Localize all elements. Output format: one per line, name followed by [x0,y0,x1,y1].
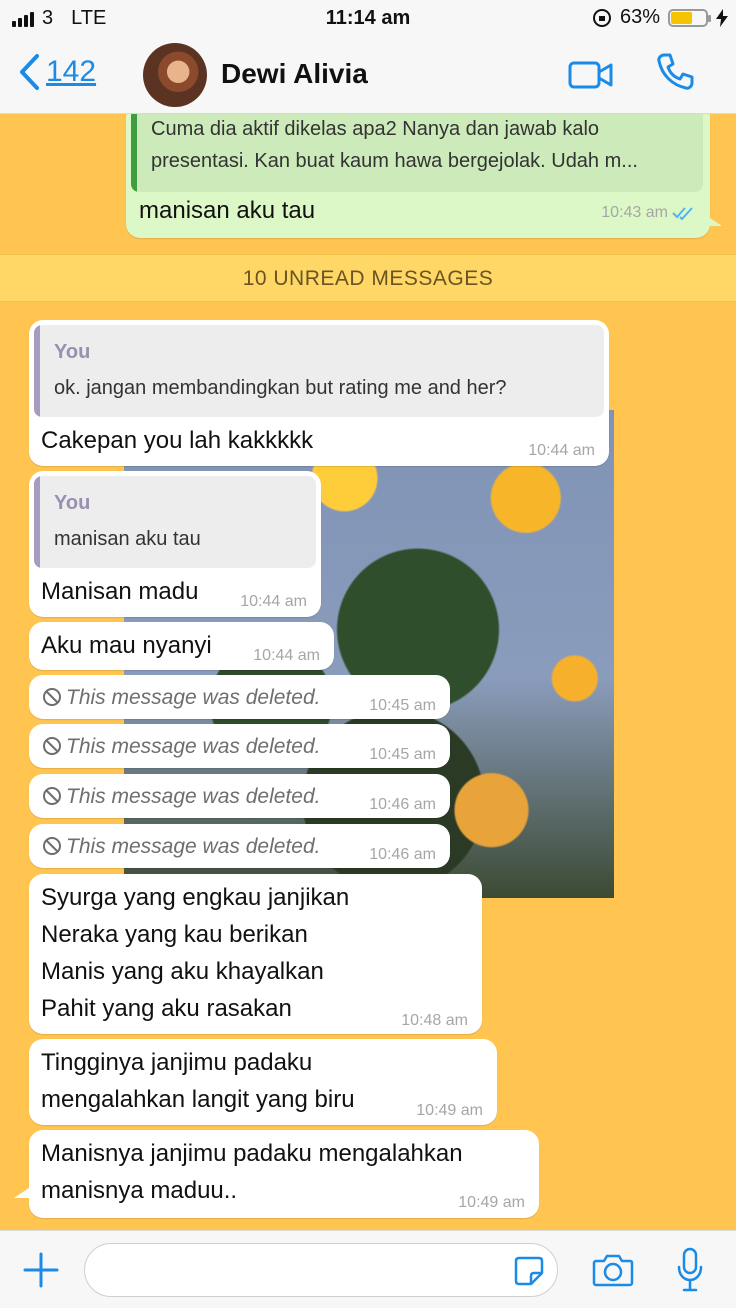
message-text: Aku mau nyanyi [41,632,212,659]
message-time: 10:46 am [369,846,436,863]
message-text-line: Syurga yang engkau janjikan [41,884,350,911]
received-message[interactable]: Tingginya janjimu padaku mengalahkan lan… [29,1039,497,1125]
sticker-icon[interactable] [513,1255,545,1287]
microphone-icon [677,1247,703,1292]
quoted-message[interactable]: Cuma dia aktif dikelas apa2 Nanya dan ja… [131,114,703,192]
deleted-message[interactable]: This message was deleted. 10:46 am [29,824,450,868]
received-message[interactable]: Syurga yang engkau janjikan Neraka yang … [29,874,482,1034]
unread-chats-count: 142 [46,55,97,88]
video-call-icon [568,61,613,89]
message-text: manisan aku tau [139,197,316,224]
quoted-text: manisan aku tau [54,528,201,550]
message-text-line: Neraka yang kau berikan [41,921,308,948]
unread-banner: 10 UNREAD MESSAGES [0,254,736,302]
chat-area[interactable]: Cuma dia aktif dikelas apa2 Nanya dan ja… [0,114,736,1230]
deleted-icon [43,837,61,855]
message-time: 10:44 am [528,442,595,459]
message-time: 10:44 am [253,647,320,664]
message-input-field[interactable] [103,1256,503,1282]
plus-icon [23,1252,59,1288]
message-text-line: Tingginya janjimu padaku [41,1049,313,1076]
quoted-message[interactable]: You ok. jangan membandingkan but rating … [34,325,604,417]
status-bar: 3 LTE 11:14 am 63% [0,0,736,38]
deleted-message[interactable]: This message was deleted. 10:45 am [29,675,450,719]
message-time: 10:45 am [369,746,436,763]
deleted-message[interactable]: This message was deleted. 10:45 am [29,724,450,768]
received-message[interactable]: Manisnya janjimu padaku mengalahkan mani… [29,1130,539,1218]
message-text: This message was deleted. [66,835,321,858]
message-time: 10:45 am [369,697,436,714]
contact-name[interactable]: Dewi Alivia [221,58,368,90]
quoted-text-line: Cuma dia aktif dikelas apa2 Nanya dan ja… [151,118,600,140]
video-call-button[interactable] [568,60,614,95]
voice-note-button[interactable] [676,1247,704,1298]
charging-icon [716,8,728,27]
message-time: 10:43 am [601,204,668,221]
message-text-line: Manis yang aku khayalkan [41,958,324,985]
quoted-message[interactable]: You manisan aku tau [34,476,316,568]
bubble-tail [704,214,722,226]
message-time: 10:49 am [416,1102,483,1119]
phone-icon [657,53,694,90]
message-text: This message was deleted. [66,785,321,808]
message-text-line: Pahit yang aku rasakan [41,995,292,1022]
sent-message[interactable]: Cuma dia aktif dikelas apa2 Nanya dan ja… [126,114,710,238]
deleted-message[interactable]: This message was deleted. 10:46 am [29,774,450,818]
message-time: 10:44 am [240,593,307,610]
message-text: Cakepan you lah kakkkkk [41,427,314,454]
message-time: 10:49 am [458,1194,525,1211]
attach-button[interactable] [22,1251,60,1294]
camera-icon [592,1254,634,1287]
deleted-icon [43,737,61,755]
quoted-text-line: presentasi. Kan buat kaum hawa bergejola… [151,150,638,172]
quoted-author: You [54,341,91,363]
back-button[interactable]: 142 [18,53,96,91]
message-text-line: Manisnya janjimu padaku mengalahkan [41,1140,463,1167]
message-composer [0,1230,736,1308]
message-text-line: mengalahkan langit yang biru [41,1086,355,1113]
camera-button[interactable] [592,1253,634,1292]
message-time: 10:48 am [401,1012,468,1029]
read-ticks-icon [672,207,693,220]
message-time: 10:46 am [369,796,436,813]
orientation-lock-icon [592,8,611,27]
deleted-icon [43,787,61,805]
deleted-icon [43,688,61,706]
bubble-tail [14,1186,32,1198]
quoted-text: ok. jangan membandingkan but rating me a… [54,377,507,399]
battery-icon [668,8,711,27]
received-message[interactable]: You ok. jangan membandingkan but rating … [29,320,609,466]
message-input[interactable] [84,1243,558,1297]
received-message[interactable]: Aku mau nyanyi 10:44 am [29,622,334,670]
battery-percent: 63% [619,6,660,28]
message-text: This message was deleted. [66,686,321,709]
back-chevron-icon [20,54,39,90]
voice-call-button[interactable] [655,52,695,97]
message-text: This message was deleted. [66,735,321,758]
avatar[interactable] [143,43,207,107]
quoted-author: You [54,492,91,514]
message-text: Manisan madu [41,578,199,605]
message-text-line: manisnya maduu.. [41,1177,238,1204]
received-message[interactable]: You manisan aku tau Manisan madu 10:44 a… [29,471,321,617]
chat-header: 142 Dewi Alivia [0,38,736,114]
